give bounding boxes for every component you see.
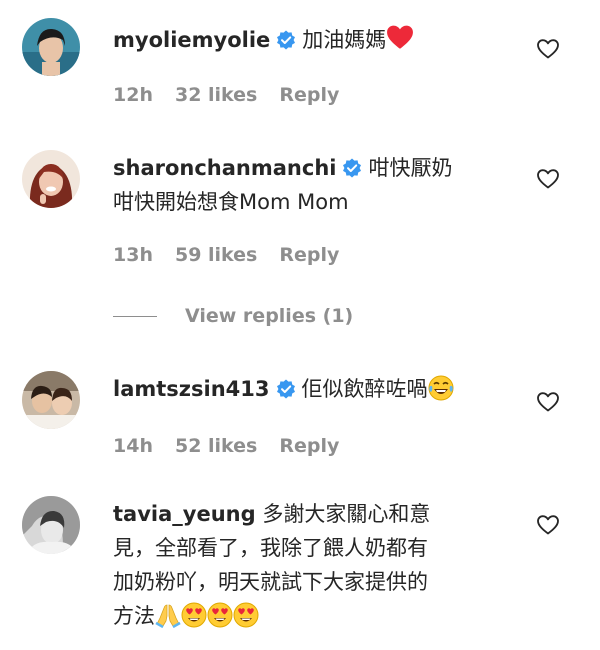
- comment-text-line-1: 多謝大家關心和意: [262, 502, 431, 526]
- comment-text-line-4: 方法: [113, 604, 155, 628]
- reply-button[interactable]: Reply: [279, 435, 339, 457]
- likes-count[interactable]: 52 likes: [175, 435, 257, 457]
- comment-meta: 13h 59 likes Reply: [113, 244, 361, 266]
- replies-divider-line: [113, 316, 157, 317]
- comment-body: tavia_yeung 多謝大家關心和意 見，全部看了，我除了餵人奶都有 加奶粉…: [113, 497, 520, 633]
- view-replies-button[interactable]: View replies (1): [113, 305, 353, 327]
- comment-text: 加油媽媽: [302, 28, 387, 52]
- reply-button[interactable]: Reply: [279, 84, 339, 106]
- heart-eyes-emoji-icon: [233, 602, 259, 628]
- username[interactable]: sharonchanmanchi: [113, 156, 336, 180]
- avatar[interactable]: [22, 496, 80, 554]
- comment-text-line-2: 咁快開始想食Mom Mom: [113, 190, 349, 214]
- heart-eyes-emoji-icon: [207, 602, 233, 628]
- timestamp: 12h: [113, 84, 153, 106]
- verified-badge-icon: [343, 158, 362, 178]
- verified-badge-icon: [277, 30, 296, 50]
- praying-hands-emoji-icon: [155, 604, 181, 628]
- red-heart-icon: [387, 25, 414, 49]
- comment-meta: 14h 52 likes Reply: [113, 435, 361, 457]
- like-heart-icon[interactable]: [536, 167, 560, 191]
- comment-body: sharonchanmanchi 咁快厭奶 咁快開始想食Mom Mom: [113, 151, 520, 219]
- avatar[interactable]: [22, 150, 80, 208]
- likes-count[interactable]: 59 likes: [175, 244, 257, 266]
- avatar[interactable]: [22, 371, 80, 429]
- comment-body: myoliemyolie 加油媽媽: [113, 23, 520, 57]
- like-heart-icon[interactable]: [536, 37, 560, 61]
- like-heart-icon[interactable]: [536, 390, 560, 414]
- comment-text: 佢似飲醉咗喎: [301, 377, 428, 401]
- comment-body: lamtszsin413 佢似飲醉咗喎: [113, 372, 520, 406]
- username[interactable]: tavia_yeung: [113, 502, 256, 526]
- likes-count[interactable]: 32 likes: [175, 84, 257, 106]
- comment-text-line-1: 咁快厭奶: [368, 156, 453, 180]
- timestamp: 14h: [113, 435, 153, 457]
- view-replies-label: View replies (1): [185, 305, 354, 327]
- heart-eyes-emoji-icon: [181, 602, 207, 628]
- avatar[interactable]: [22, 18, 80, 76]
- like-heart-icon[interactable]: [536, 513, 560, 537]
- verified-badge-icon: [276, 379, 295, 399]
- username[interactable]: myoliemyolie: [113, 28, 270, 52]
- comment-text-line-3: 加奶粉吖，明天就試下大家提供的: [113, 570, 428, 594]
- comment-myoliemyolie: myoliemyolie 加油媽媽 12h 32 likes Reply: [0, 0, 600, 130]
- laughing-tears-emoji-icon: [428, 375, 453, 401]
- comment-meta: 12h 32 likes Reply: [113, 84, 361, 106]
- username[interactable]: lamtszsin413: [113, 377, 270, 401]
- comment-text-line-2: 見，全部看了，我除了餵人奶都有: [113, 536, 428, 560]
- timestamp: 13h: [113, 244, 153, 266]
- reply-button[interactable]: Reply: [279, 244, 339, 266]
